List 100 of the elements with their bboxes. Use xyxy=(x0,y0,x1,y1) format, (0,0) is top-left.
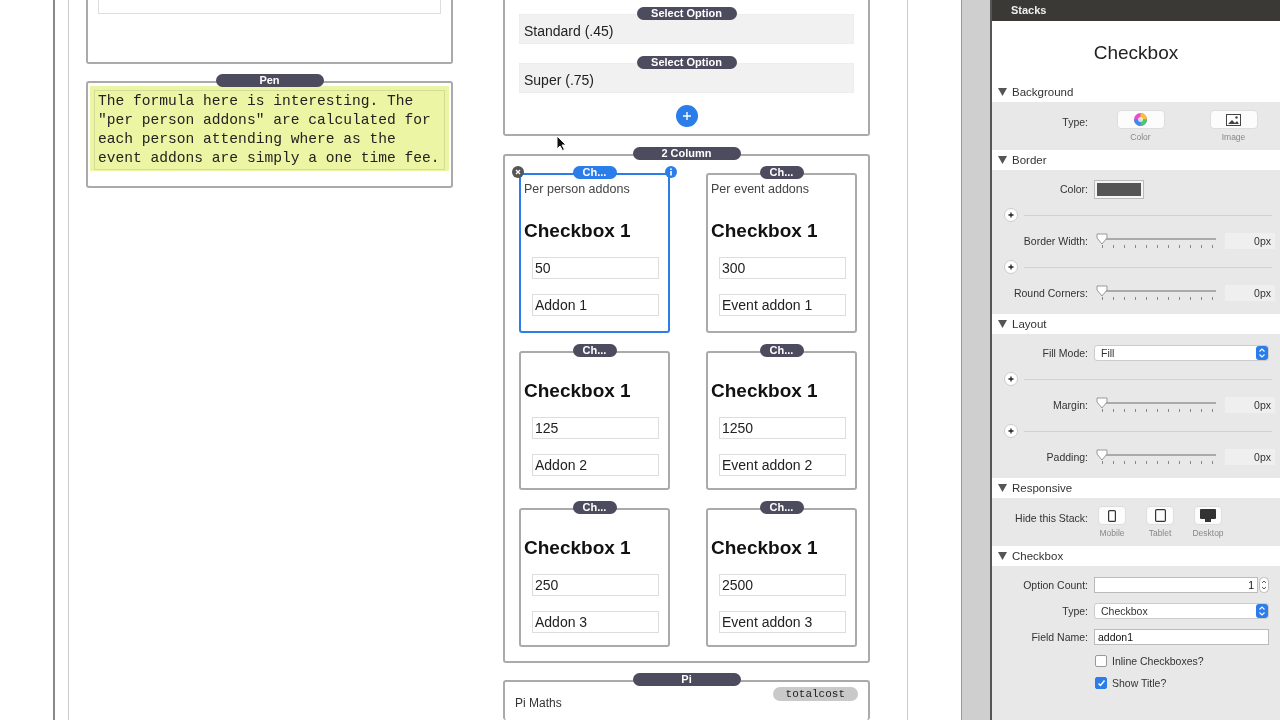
add-icon[interactable] xyxy=(1004,208,1018,222)
checkbox-label: Inline Checkboxes? xyxy=(1112,655,1204,667)
value-field[interactable]: 300 xyxy=(719,257,846,279)
checkbox-title: Checkbox 1 xyxy=(711,537,819,559)
stepper-icon[interactable] xyxy=(1259,577,1269,593)
slider[interactable] xyxy=(1096,233,1216,249)
checkbox-title: Checkbox 1 xyxy=(711,220,819,242)
field-label: Margin: xyxy=(1052,399,1088,411)
checkbox[interactable] xyxy=(1095,677,1107,689)
slider-thumb[interactable] xyxy=(1096,233,1108,245)
choice-caption: Image xyxy=(1221,132,1246,142)
checkbox-title: Checkbox 1 xyxy=(524,537,632,559)
section-header[interactable]: Checkbox xyxy=(992,546,1280,566)
value-field[interactable]: 125 xyxy=(532,417,659,439)
label-field[interactable]: Addon 2 xyxy=(532,454,659,476)
stack-badge[interactable]: Ch... xyxy=(572,166,617,179)
choice-button[interactable] xyxy=(1194,506,1222,525)
color-wheel-icon xyxy=(1134,113,1147,126)
text-field[interactable]: addon1 xyxy=(1094,629,1269,645)
section-title: Background xyxy=(1012,86,1074,98)
text-field[interactable] xyxy=(98,0,441,14)
field-label: Round Corners: xyxy=(1012,287,1088,299)
section-title: Responsive xyxy=(1012,482,1073,494)
add-icon[interactable] xyxy=(1004,424,1018,438)
updown-arrows-icon[interactable] xyxy=(1256,604,1268,618)
disclosure-icon[interactable] xyxy=(998,88,1007,96)
field-label: Type: xyxy=(1061,605,1088,617)
checkbox-title: Checkbox 1 xyxy=(524,380,632,402)
caption-text: Per person addons xyxy=(524,182,631,196)
section-header[interactable]: Responsive xyxy=(992,478,1280,498)
checkbox-label: Show Title? xyxy=(1112,677,1167,689)
stack-badge[interactable]: Ch... xyxy=(759,501,804,514)
label-field[interactable]: Addon 3 xyxy=(532,611,659,633)
monitor-icon xyxy=(1200,509,1216,522)
checkbox[interactable] xyxy=(1095,655,1107,667)
stack-badge[interactable]: Ch... xyxy=(759,166,804,179)
dropdown[interactable]: Fill xyxy=(1094,345,1269,361)
section-title: Layout xyxy=(1012,318,1047,330)
number-field[interactable]: 1 xyxy=(1094,577,1258,593)
stack-badge[interactable]: Ch... xyxy=(572,344,617,357)
stack-badge[interactable]: Ch... xyxy=(759,344,804,357)
image-icon xyxy=(1226,113,1241,126)
stack-badge[interactable]: Pen xyxy=(215,74,324,87)
disclosure-icon[interactable] xyxy=(998,552,1007,560)
choice-button[interactable] xyxy=(1146,506,1174,525)
panel-header: Stacks xyxy=(992,0,1280,21)
add-icon[interactable] xyxy=(675,105,698,127)
caption-text: Per event addons xyxy=(711,182,810,196)
pi-text: Pi Maths xyxy=(515,696,562,710)
disclosure-icon[interactable] xyxy=(998,320,1007,328)
choice-caption: Mobile xyxy=(1099,528,1125,538)
choice-caption: Tablet xyxy=(1148,528,1172,538)
choice-button[interactable] xyxy=(1209,110,1258,129)
value-readout: 0px xyxy=(1225,397,1275,413)
stack-badge[interactable]: Select Option xyxy=(636,56,737,69)
field-label: Field Name: xyxy=(1030,631,1088,643)
section-title: Checkbox xyxy=(1012,550,1064,562)
checkbox-title: Checkbox 1 xyxy=(524,220,632,242)
note-text: The formula here is interesting. The "per person addons" are calculated for each person attending where as the event addons are simply a one time fee. xyxy=(94,90,445,170)
stack-badge[interactable]: Select Option xyxy=(636,7,737,20)
close-icon[interactable] xyxy=(512,166,524,178)
slider-thumb[interactable] xyxy=(1096,285,1108,297)
stack-badge[interactable]: 2 Column xyxy=(632,147,741,160)
add-icon[interactable] xyxy=(1004,372,1018,386)
value-field[interactable]: 2500 xyxy=(719,574,846,596)
field-label: Type: xyxy=(1061,116,1088,128)
section-header[interactable]: Background xyxy=(992,82,1280,102)
add-icon[interactable] xyxy=(1004,260,1018,274)
disclosure-icon[interactable] xyxy=(998,484,1007,492)
variable-tag: totalcost xyxy=(772,687,858,701)
label-field[interactable]: Event addon 3 xyxy=(719,611,846,633)
choice-caption: Color xyxy=(1130,132,1151,142)
scrollbar[interactable] xyxy=(961,0,990,720)
stack-badge[interactable]: Ch... xyxy=(572,501,617,514)
value-field[interactable]: 250 xyxy=(532,574,659,596)
slider-thumb[interactable] xyxy=(1096,397,1108,409)
value-field[interactable]: 50 xyxy=(532,257,659,279)
label-field[interactable]: Event addon 2 xyxy=(719,454,846,476)
section-header[interactable]: Border xyxy=(992,150,1280,170)
field-label: Color: xyxy=(1059,183,1088,195)
field-label: Hide this Stack: xyxy=(1014,512,1088,524)
value-readout: 0px xyxy=(1225,285,1275,301)
label-field[interactable]: Addon 1 xyxy=(532,294,659,316)
stack-badge[interactable]: Pi xyxy=(632,673,741,686)
tablet-icon xyxy=(1154,509,1166,522)
slider[interactable] xyxy=(1096,449,1216,465)
slider-thumb[interactable] xyxy=(1096,449,1108,461)
dropdown[interactable]: Checkbox xyxy=(1094,603,1269,619)
value-field[interactable]: 1250 xyxy=(719,417,846,439)
slider[interactable] xyxy=(1096,397,1216,413)
slider[interactable] xyxy=(1096,285,1216,301)
section-header[interactable]: Layout xyxy=(992,314,1280,334)
label-field[interactable]: Event addon 1 xyxy=(719,294,846,316)
checkbox-title: Checkbox 1 xyxy=(711,380,819,402)
disclosure-icon[interactable] xyxy=(998,156,1007,164)
choice-caption: Desktop xyxy=(1192,528,1224,538)
choice-button[interactable] xyxy=(1098,506,1126,525)
info-icon[interactable] xyxy=(665,166,677,178)
field-label: Fill Mode: xyxy=(1041,347,1088,359)
updown-arrows-icon[interactable] xyxy=(1256,346,1268,360)
